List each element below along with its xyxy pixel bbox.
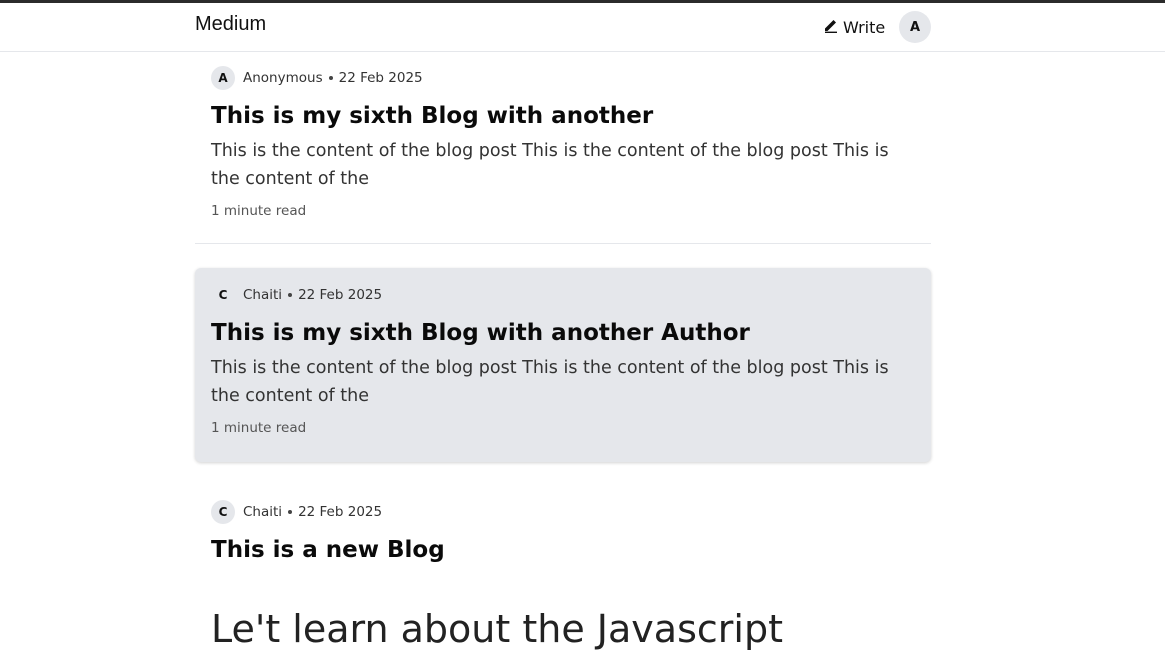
author-name: Chaiti bbox=[243, 287, 283, 303]
post-title: This is a new Blog bbox=[211, 537, 445, 563]
read-time: 1 minute read bbox=[211, 420, 307, 436]
read-time: 1 minute read bbox=[211, 203, 307, 219]
author-name: Anonymous bbox=[243, 70, 323, 86]
user-avatar[interactable]: A bbox=[899, 11, 931, 43]
brand-logo[interactable]: Medium bbox=[195, 13, 266, 36]
write-label: Write bbox=[843, 17, 886, 37]
pencil-icon bbox=[823, 17, 839, 37]
post-excerpt: This is the content of the blog post Thi… bbox=[211, 358, 889, 406]
navbar: Medium Write A bbox=[0, 3, 1165, 52]
author-avatar: C bbox=[211, 500, 235, 524]
separator-dot bbox=[328, 76, 333, 80]
post-meta: C Chaiti 22 Feb 2025 bbox=[211, 283, 915, 307]
blog-card[interactable]: C Chaiti 22 Feb 2025 This is a new Blog bbox=[195, 500, 931, 563]
separator-dot bbox=[288, 293, 293, 297]
post-date: 22 Feb 2025 bbox=[298, 287, 383, 303]
blog-card[interactable]: C Chaiti 22 Feb 2025 This is my sixth Bl… bbox=[195, 268, 931, 462]
post-title: This is my sixth Blog with another bbox=[211, 103, 654, 129]
post-content-heading: Le't learn about the Javascript bbox=[211, 607, 783, 650]
post-excerpt: This is the content of the blog post Thi… bbox=[211, 141, 889, 189]
post-date: 22 Feb 2025 bbox=[338, 70, 423, 86]
divider bbox=[195, 243, 931, 244]
post-meta: C Chaiti 22 Feb 2025 bbox=[211, 500, 915, 524]
post-meta: A Anonymous 22 Feb 2025 bbox=[211, 66, 915, 90]
author-name: Chaiti bbox=[243, 504, 283, 520]
post-title: This is my sixth Blog with another Autho… bbox=[211, 320, 750, 346]
separator-dot bbox=[288, 510, 293, 514]
author-avatar: C bbox=[218, 288, 228, 302]
blog-card[interactable]: A Anonymous 22 Feb 2025 This is my sixth… bbox=[195, 66, 931, 219]
author-avatar: A bbox=[211, 66, 235, 90]
write-button[interactable]: Write bbox=[823, 15, 885, 39]
post-date: 22 Feb 2025 bbox=[298, 504, 383, 520]
